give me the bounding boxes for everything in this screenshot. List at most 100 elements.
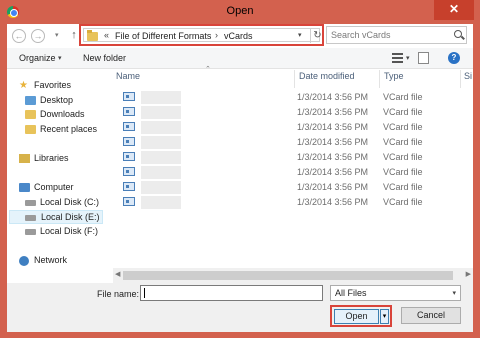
cancel-button[interactable]: Cancel: [401, 307, 461, 324]
file-name-redacted: [141, 106, 181, 119]
horizontal-scrollbar[interactable]: ◀ ▶: [113, 268, 473, 283]
column-header-date-modified[interactable]: Date modified: [299, 71, 355, 81]
preview-pane-icon[interactable]: [418, 52, 429, 64]
back-button[interactable]: ←: [12, 29, 26, 43]
nav-libraries-label: Libraries: [34, 153, 69, 163]
file-row[interactable]: 1/3/2014 3:56 PM VCard file: [113, 135, 463, 150]
desktop-icon: [25, 96, 36, 105]
sort-ascending-icon: ⌃: [205, 66, 211, 73]
nav-computer-label: Computer: [34, 182, 74, 192]
file-row[interactable]: 1/3/2014 3:56 PM VCard file: [113, 180, 463, 195]
nav-local-disk-f[interactable]: Local Disk (F:): [25, 225, 103, 239]
nav-computer[interactable]: Computer: [19, 181, 99, 195]
vcard-file-icon: [123, 197, 135, 206]
new-folder-button[interactable]: New folder: [83, 53, 126, 63]
downloads-icon: [25, 110, 36, 119]
nav-favorites-label: Favorites: [34, 80, 72, 90]
computer-icon: [19, 183, 30, 192]
close-button[interactable]: ✕: [434, 0, 474, 20]
open-button-highlight: Open ▾: [330, 305, 392, 327]
column-header-size[interactable]: Si: [464, 71, 472, 81]
file-type: VCard file: [383, 92, 423, 102]
recent-locations-dropdown[interactable]: ▾: [55, 31, 59, 39]
dialog-client-area: ← → ▾ ↑ « File of Different Formats › vC…: [7, 24, 473, 332]
help-icon[interactable]: ?: [448, 52, 460, 64]
recent-places-icon: [25, 125, 36, 134]
refresh-icon[interactable]: ↻: [310, 29, 324, 43]
file-type: VCard file: [383, 152, 423, 162]
file-row[interactable]: 1/3/2014 3:56 PM VCard file: [113, 90, 463, 105]
vcard-file-icon: [123, 152, 135, 161]
search-placeholder: Search vCards: [331, 30, 391, 40]
search-input[interactable]: Search vCards: [326, 26, 467, 44]
scroll-right-icon[interactable]: ▶: [466, 270, 471, 278]
file-date: 1/3/2014 3:56 PM: [297, 167, 369, 177]
breadcrumb-separator[interactable]: ›: [215, 30, 218, 40]
file-type-filter[interactable]: All Files ▾: [330, 285, 461, 301]
file-row[interactable]: 1/3/2014 3:56 PM VCard file: [113, 165, 463, 180]
nav-libraries[interactable]: Libraries: [19, 152, 99, 166]
vcard-file-icon: [123, 167, 135, 176]
address-bar[interactable]: « File of Different Formats › vCards ▾ ↻: [79, 24, 324, 46]
network-icon: [19, 256, 29, 266]
file-type-filter-value: All Files: [335, 288, 367, 298]
chevron-down-icon[interactable]: ▾: [452, 289, 456, 297]
folder-icon: [87, 30, 98, 41]
file-name-redacted: [141, 166, 181, 179]
file-type: VCard file: [383, 137, 423, 147]
nav-downloads[interactable]: Downloads: [25, 108, 103, 122]
nav-favorites[interactable]: ★ Favorites: [19, 79, 99, 93]
file-name-redacted: [141, 121, 181, 134]
forward-button[interactable]: →: [31, 29, 45, 43]
nav-recent-places[interactable]: Recent places: [25, 123, 105, 137]
column-header-name[interactable]: Name: [116, 71, 140, 81]
address-dropdown-icon[interactable]: ▾: [298, 31, 302, 39]
view-options-icon[interactable]: [392, 53, 403, 63]
file-name-input[interactable]: [140, 285, 323, 301]
file-type: VCard file: [383, 107, 423, 117]
favorites-star-icon: ★: [19, 80, 28, 91]
open-split-dropdown[interactable]: ▾: [380, 309, 389, 324]
column-separator[interactable]: [294, 70, 295, 88]
file-row[interactable]: 1/3/2014 3:56 PM VCard file: [113, 195, 463, 210]
vcard-file-icon: [123, 107, 135, 116]
dialog-title: Open: [226, 5, 254, 17]
address-bar-inner: « File of Different Formats › vCards ▾ ↻: [83, 28, 322, 43]
file-name-redacted: [141, 196, 181, 209]
column-separator[interactable]: [460, 70, 461, 88]
nav-local-disk-e[interactable]: Local Disk (E:): [9, 210, 103, 224]
nav-network[interactable]: Network: [19, 254, 99, 268]
file-date: 1/3/2014 3:56 PM: [297, 122, 369, 132]
title-bar[interactable]: Open ✕: [0, 0, 480, 24]
scrollbar-thumb[interactable]: [123, 271, 453, 280]
file-row[interactable]: 1/3/2014 3:56 PM VCard file: [113, 150, 463, 165]
file-row[interactable]: 1/3/2014 3:56 PM VCard file: [113, 120, 463, 135]
breadcrumb-file-of-different-formats[interactable]: File of Different Formats: [115, 31, 211, 41]
nav-desktop-label: Desktop: [40, 95, 74, 105]
search-icon[interactable]: [454, 30, 462, 38]
vcard-file-icon: [123, 122, 135, 131]
file-date: 1/3/2014 3:56 PM: [297, 92, 369, 102]
column-header-type[interactable]: Type: [384, 71, 404, 81]
open-dialog-window: Open ✕ ← → ▾ ↑ « File of Different Forma…: [0, 0, 480, 338]
scroll-left-icon[interactable]: ◀: [115, 270, 120, 278]
file-name-redacted: [141, 136, 181, 149]
command-toolbar: Organize ▾ New folder ▾ ?: [7, 48, 473, 69]
open-button[interactable]: Open: [334, 309, 379, 324]
file-row[interactable]: 1/3/2014 3:56 PM VCard file: [113, 105, 463, 120]
organize-button[interactable]: Organize: [19, 53, 56, 63]
file-date: 1/3/2014 3:56 PM: [297, 197, 369, 207]
view-options-caret-icon[interactable]: ▾: [406, 54, 410, 62]
nav-recent-places-label: Recent places: [40, 124, 98, 134]
nav-downloads-label: Downloads: [40, 109, 85, 119]
file-name-redacted: [141, 181, 181, 194]
organize-caret-icon[interactable]: ▾: [58, 54, 62, 62]
breadcrumb-overflow[interactable]: «: [104, 30, 109, 40]
file-list: ⌃ Name Date modified Type Si 1/3/2014 3:…: [113, 66, 473, 290]
navigation-bar: ← → ▾ ↑ « File of Different Formats › vC…: [7, 24, 473, 48]
column-separator[interactable]: [379, 70, 380, 88]
nav-local-disk-c[interactable]: Local Disk (C:): [25, 196, 103, 210]
nav-desktop[interactable]: Desktop: [25, 94, 103, 108]
file-date: 1/3/2014 3:56 PM: [297, 152, 369, 162]
breadcrumb-vcards[interactable]: vCards: [224, 31, 253, 41]
